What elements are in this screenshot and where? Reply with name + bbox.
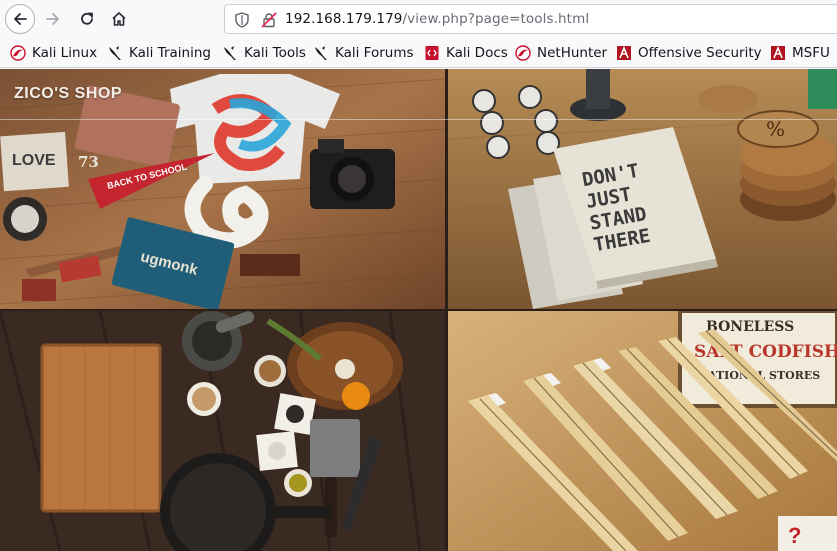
bookmark-msfu[interactable]: MSFU: [770, 44, 830, 62]
offsec-icon: [771, 45, 785, 60]
bookmark-kali-training[interactable]: Kali Training: [107, 44, 211, 62]
bookmark-nethunter[interactable]: NetHunter: [515, 44, 607, 62]
address-bar[interactable]: 192.168.179.179/view.php?page=tools.html: [224, 4, 837, 34]
bookmarks-toolbar: Kali Linux Kali Training Kali Tools Kali…: [0, 38, 837, 68]
notebook-love-text: LOVE: [12, 152, 56, 169]
home-button[interactable]: [104, 4, 134, 34]
arrow-left-icon: [14, 13, 27, 25]
shield-icon[interactable]: [234, 12, 250, 28]
reload-icon: [81, 12, 93, 25]
bookmark-label: Kali Docs: [446, 45, 508, 61]
kali-dragon-icon: [224, 46, 236, 60]
photo-rulers: BONELESS SALT CODFISH NATIONAL STORES: [448, 311, 837, 551]
kali-docs-icon: [425, 46, 439, 60]
bookmark-label: MSFU: [792, 45, 830, 61]
url-text[interactable]: 192.168.179.179/view.php?page=tools.html: [285, 11, 589, 27]
bookmark-label: NetHunter: [537, 45, 608, 61]
kali-dragon-icon: [10, 45, 26, 61]
sign-line-1: BONELESS: [706, 319, 794, 335]
bookmark-label: Offensive Security: [638, 45, 762, 61]
forward-button[interactable]: [38, 4, 68, 34]
number-tag: 73: [78, 153, 99, 171]
web-page: LOVE 73 BACK TO SCHOOL ugmonk % DON'T JU…: [0, 69, 837, 551]
photo-notebooks: % DON'T JUST STAND THERE: [448, 69, 837, 309]
bookmark-kali-forums[interactable]: Kali Forums: [313, 44, 414, 62]
insecure-lock-icon[interactable]: [261, 12, 277, 28]
url-host: 192.168.179.179: [285, 11, 403, 27]
offsec-icon: [617, 45, 631, 60]
nethunter-icon: [515, 45, 531, 61]
kali-dragon-icon: [109, 46, 121, 60]
site-logo[interactable]: ZICO'S SHOP: [14, 85, 122, 103]
photo-kitchen-board: [0, 311, 445, 551]
photo-flatlay-desk: LOVE 73 BACK TO SCHOOL ugmonk: [0, 69, 445, 309]
arrow-right-icon: [46, 13, 59, 25]
reload-button[interactable]: [72, 4, 102, 34]
bookmark-label: Kali Linux: [32, 45, 98, 61]
bookmark-label: Kali Forums: [335, 45, 414, 61]
bookmark-kali-linux[interactable]: Kali Linux: [10, 44, 97, 62]
bookmark-kali-docs[interactable]: Kali Docs: [424, 44, 508, 62]
label-mark-icon: ?: [788, 523, 801, 548]
back-button[interactable]: [5, 4, 35, 34]
header-divider: [0, 119, 837, 120]
bookmark-kali-tools[interactable]: Kali Tools: [222, 44, 306, 62]
kali-dragon-icon: [315, 46, 327, 60]
bookmark-offensive-security[interactable]: Offensive Security: [616, 44, 762, 62]
home-icon: [112, 12, 126, 26]
bookmark-label: Kali Tools: [244, 45, 306, 61]
browser-toolbar: 192.168.179.179/view.php?page=tools.html: [0, 0, 837, 38]
url-path: /view.php?page=tools.html: [402, 11, 590, 27]
bookmark-label: Kali Training: [129, 45, 211, 61]
coaster-percent-icon: %: [766, 117, 785, 141]
